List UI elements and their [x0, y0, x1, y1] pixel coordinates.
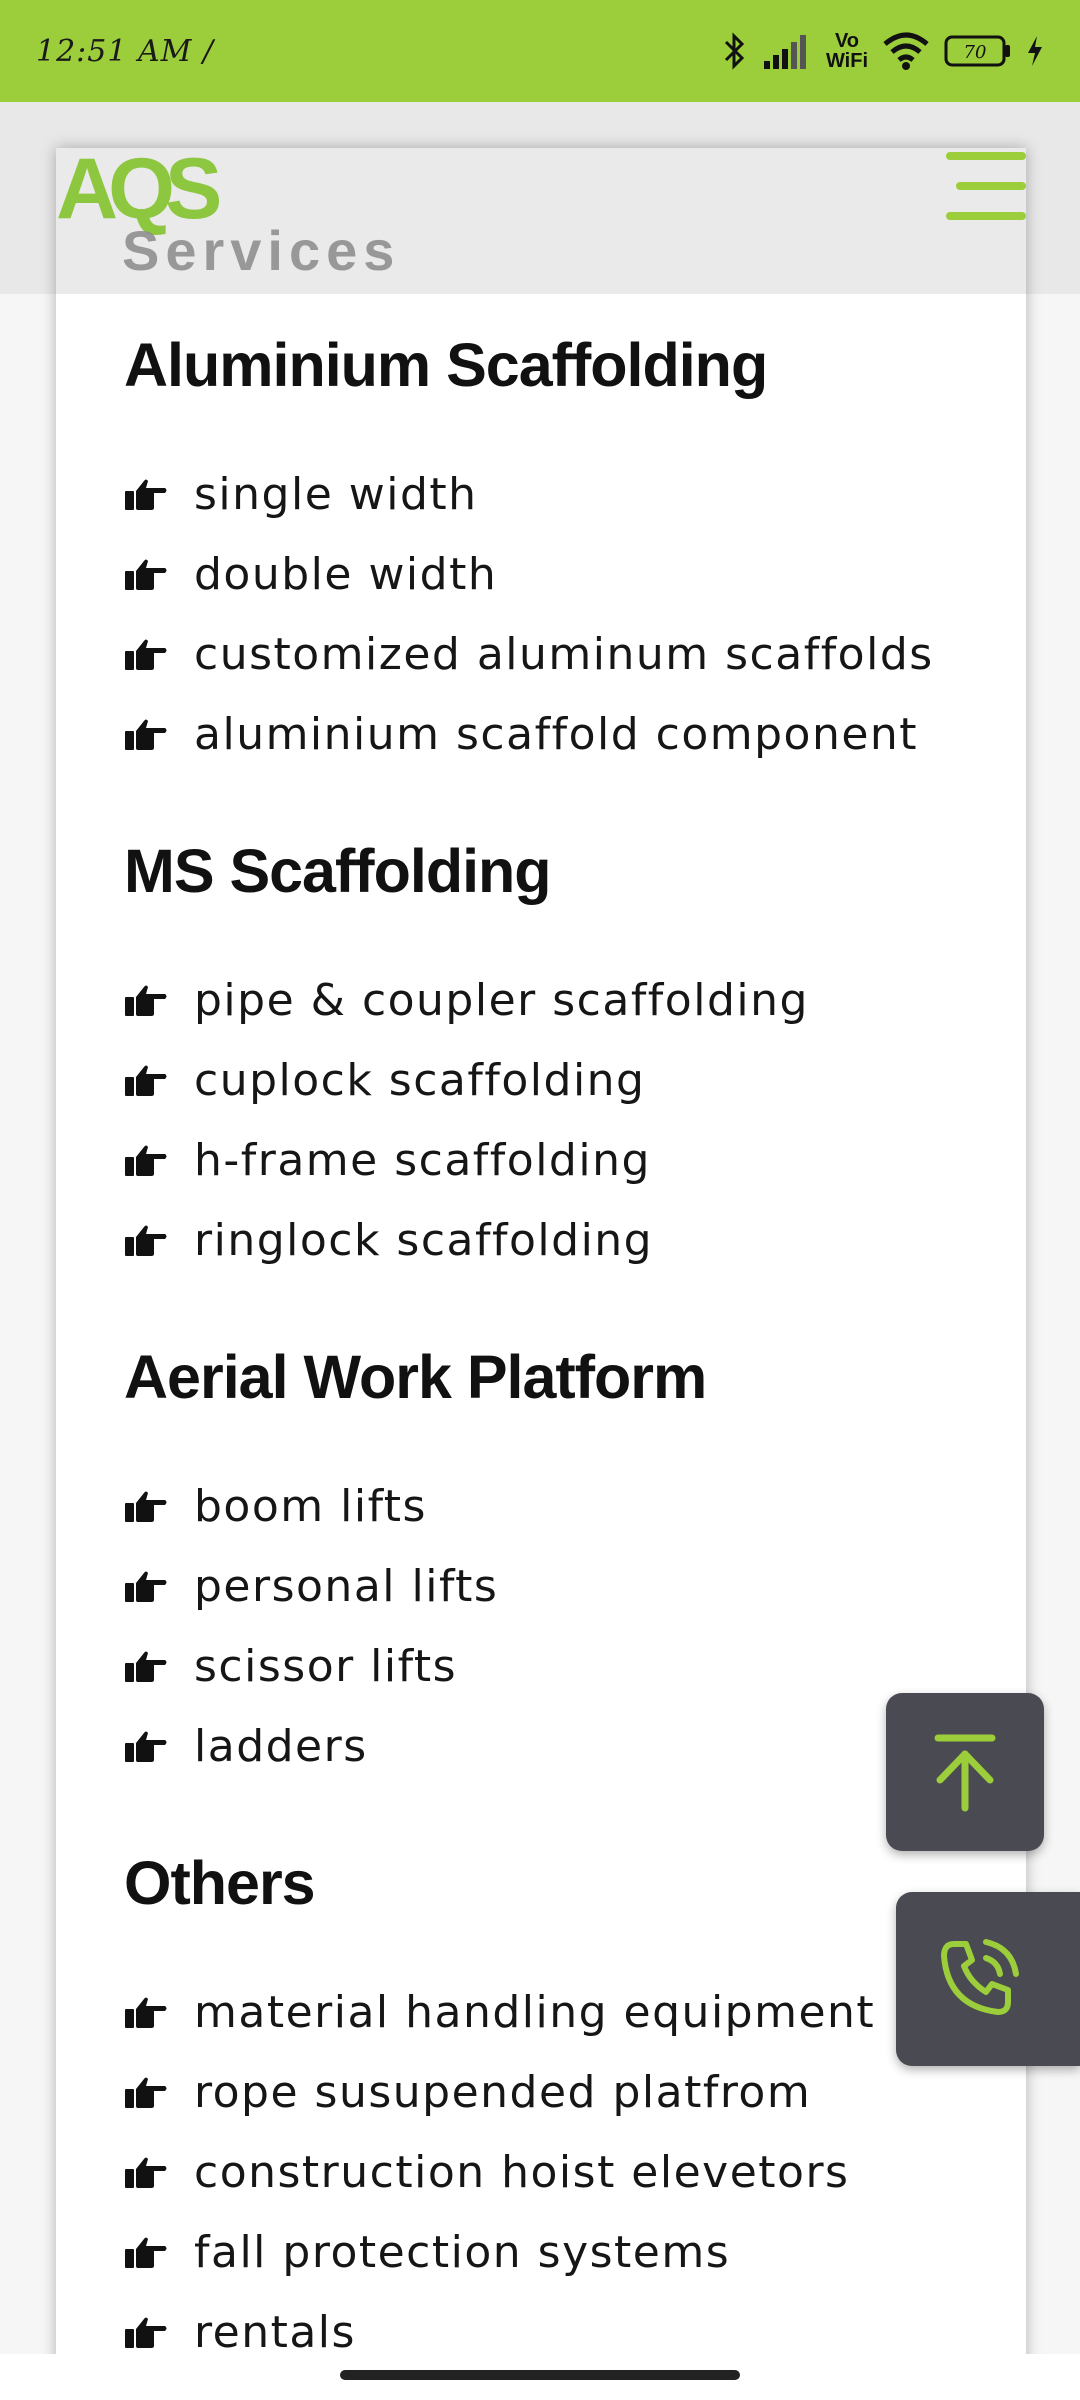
hamburger-menu-icon[interactable]	[940, 150, 1032, 222]
item-list: pipe & coupler scaffolding cuplock scaff…	[124, 960, 984, 1280]
list-item-label: rentals	[194, 2306, 356, 2358]
bluetooth-icon	[724, 32, 745, 70]
list-item[interactable]: customized aluminum scaffolds	[124, 614, 984, 694]
list-item-label: personal lifts	[194, 1560, 499, 1612]
list-item[interactable]: material handling equipment	[124, 1972, 984, 2052]
services-content: Aluminium Scaffolding single width doubl…	[124, 330, 984, 2400]
hand-pointing-icon	[125, 639, 167, 670]
list-item[interactable]: cuplock scaffolding	[124, 1040, 984, 1120]
item-list: material handling equipment rope susupen…	[124, 1972, 984, 2372]
list-item[interactable]: double width	[124, 534, 984, 614]
hand-pointing-icon	[125, 559, 167, 590]
hand-pointing-icon	[125, 2237, 167, 2268]
list-item-label: construction hoist elevetors	[194, 2146, 850, 2198]
list-item-label: h-frame scaffolding	[194, 1134, 651, 1186]
section-others: Others material handling equipment rope …	[124, 1848, 984, 2372]
hand-pointing-icon	[125, 479, 167, 510]
hand-pointing-icon	[125, 1065, 167, 1096]
hand-pointing-icon	[125, 1225, 167, 1256]
list-item-label: rope susupended platfrom	[194, 2066, 812, 2118]
list-item-label: customized aluminum scaffolds	[194, 628, 934, 680]
section-aluminium-scaffolding: Aluminium Scaffolding single width doubl…	[124, 330, 984, 774]
hand-pointing-icon	[125, 985, 167, 1016]
section-ms-scaffolding: MS Scaffolding pipe & coupler scaffoldin…	[124, 836, 984, 1280]
home-indicator[interactable]	[340, 2370, 740, 2380]
list-item[interactable]: fall protection systems	[124, 2212, 984, 2292]
status-time: 12:51 AM /	[36, 33, 215, 69]
hand-pointing-icon	[125, 1491, 167, 1522]
scroll-to-top-button[interactable]	[886, 1693, 1044, 1851]
section-aerial-work-platform: Aerial Work Platform boom lifts personal…	[124, 1342, 984, 1786]
item-list: boom lifts personal lifts scissor lifts …	[124, 1466, 984, 1786]
signal-icon	[763, 35, 806, 69]
wifi-icon	[883, 32, 929, 70]
section-title: Aluminium Scaffolding	[124, 331, 768, 399]
list-item-label: scissor lifts	[194, 1640, 458, 1692]
list-item[interactable]: boom lifts	[124, 1466, 984, 1546]
hand-pointing-icon	[125, 1997, 167, 2028]
hand-pointing-icon	[125, 1651, 167, 1682]
svg-text:70: 70	[964, 42, 987, 63]
list-item[interactable]: rope susupended platfrom	[124, 2052, 984, 2132]
item-list: single width double width customized alu…	[124, 454, 984, 774]
battery-icon: 70	[944, 35, 1010, 67]
list-item-label: cuplock scaffolding	[194, 1054, 646, 1106]
list-item[interactable]: aluminium scaffold component	[124, 694, 984, 774]
list-item[interactable]: construction hoist elevetors	[124, 2132, 984, 2212]
hand-pointing-icon	[125, 2077, 167, 2108]
list-item-label: boom lifts	[194, 1480, 427, 1532]
list-item[interactable]: ringlock scaffolding	[124, 1200, 984, 1280]
section-title: Aerial Work Platform	[124, 1343, 707, 1411]
hand-pointing-icon	[125, 2317, 167, 2348]
hand-pointing-icon	[125, 1731, 167, 1762]
list-item-label: aluminium scaffold component	[194, 708, 919, 760]
page-title: Services	[122, 219, 401, 282]
section-title: MS Scaffolding	[124, 837, 552, 905]
list-item[interactable]: h-frame scaffolding	[124, 1120, 984, 1200]
list-item-label: pipe & coupler scaffolding	[194, 974, 809, 1026]
vowifi-label: Vo WiFi	[825, 30, 868, 72]
hand-pointing-icon	[125, 2157, 167, 2188]
section-title: Others	[124, 1849, 316, 1917]
hand-pointing-icon	[125, 1145, 167, 1176]
charging-icon	[1028, 36, 1042, 66]
status-bar: 12:51 AM / Vo WiFi 70	[0, 0, 1080, 102]
list-item-label: ladders	[194, 1720, 368, 1772]
list-item[interactable]: personal lifts	[124, 1546, 984, 1626]
phone-call-icon	[941, 1939, 1019, 2015]
list-item-label: double width	[194, 548, 498, 600]
list-item-label: ringlock scaffolding	[194, 1214, 654, 1266]
status-icons: Vo WiFi 70	[722, 31, 1044, 71]
hand-pointing-icon	[125, 719, 167, 750]
list-item[interactable]: single width	[124, 454, 984, 534]
call-button[interactable]	[896, 1892, 1080, 2066]
arrow-up-to-top-icon	[934, 1734, 996, 1812]
hand-pointing-icon	[125, 1571, 167, 1602]
list-item[interactable]: scissor lifts	[124, 1626, 984, 1706]
list-item-label: single width	[194, 468, 478, 520]
list-item-label: fall protection systems	[194, 2226, 731, 2278]
list-item[interactable]: pipe & coupler scaffolding	[124, 960, 984, 1040]
list-item-label: material handling equipment	[194, 1986, 876, 2038]
list-item[interactable]: ladders	[124, 1706, 984, 1786]
